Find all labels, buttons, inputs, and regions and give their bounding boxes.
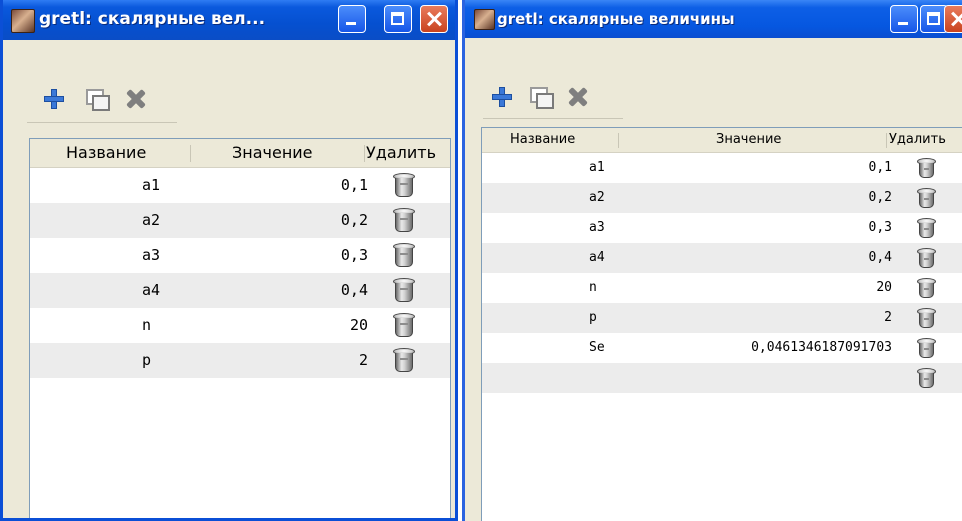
column-separator	[886, 133, 887, 148]
list-row[interactable]: a3 0,3	[482, 213, 962, 243]
trash-bin-icon[interactable]	[917, 188, 936, 208]
scalars-window-left: gretl: скалярные вел... Название Значени…	[0, 0, 458, 521]
row-value: 0,2	[868, 190, 892, 205]
scalars-list[interactable]: Название Значение Удалить a1 0,1 a2 0,2 a3 0,…	[481, 127, 962, 521]
list-row[interactable]: a1 0,1	[482, 153, 962, 183]
list-header: Название Значение Удалить	[30, 139, 450, 168]
add-icon[interactable]	[491, 86, 513, 108]
row-name: n	[589, 280, 597, 295]
delete-icon[interactable]	[125, 88, 147, 110]
trash-bin-icon[interactable]	[917, 158, 936, 178]
trash-bin-icon[interactable]	[917, 218, 936, 238]
row-name: a4	[142, 281, 161, 299]
row-name: a2	[589, 190, 605, 205]
column-header-name[interactable]: Название	[66, 139, 146, 167]
list-row[interactable]: a2 0,2	[30, 203, 450, 238]
row-value: 0,1	[340, 176, 368, 194]
row-name: a1	[142, 176, 161, 194]
close-button[interactable]	[944, 5, 962, 33]
scalars-window-right: gretl: скалярные величины Название Значе…	[462, 0, 962, 521]
row-name: n	[142, 316, 152, 334]
row-name: a3	[142, 246, 161, 264]
column-header-delete[interactable]: Удалить	[366, 139, 436, 167]
list-row[interactable]: n 20	[30, 308, 450, 343]
column-separator	[618, 133, 619, 148]
list-row[interactable]: n 20	[482, 273, 962, 303]
column-header-delete[interactable]: Удалить	[889, 128, 946, 152]
column-header-value[interactable]: Значение	[232, 139, 313, 167]
row-value: 0,1	[868, 160, 892, 175]
trash-bin-icon[interactable]	[393, 348, 415, 372]
add-icon[interactable]	[43, 88, 65, 110]
list-header: Название Значение Удалить	[482, 128, 962, 153]
column-header-name[interactable]: Название	[510, 128, 575, 152]
minimize-button[interactable]	[338, 5, 366, 33]
maximize-button[interactable]	[384, 5, 412, 33]
trash-bin-icon[interactable]	[393, 173, 415, 197]
trash-bin-icon[interactable]	[917, 248, 936, 268]
toolbar	[27, 72, 177, 123]
trash-bin-icon[interactable]	[393, 243, 415, 267]
copy-icon[interactable]	[529, 86, 554, 109]
delete-icon[interactable]	[567, 86, 589, 108]
title-bar[interactable]: gretl: скалярные вел...	[3, 0, 455, 40]
row-name: p	[589, 310, 597, 325]
list-row[interactable]: p2	[482, 303, 962, 333]
row-name: a3	[589, 220, 605, 235]
row-value: 0,2	[340, 211, 368, 229]
trash-bin-icon[interactable]	[393, 278, 415, 302]
row-name: a4	[589, 250, 605, 265]
list-row[interactable]	[482, 363, 962, 393]
window-title: gretl: скалярные вел...	[39, 9, 266, 29]
row-value: 0,3	[340, 246, 368, 264]
list-row[interactable]: a1 0,1	[30, 168, 450, 203]
minimize-button[interactable]	[890, 5, 918, 33]
row-value: 0,0461346187091703	[751, 340, 892, 355]
copy-icon[interactable]	[85, 88, 110, 111]
row-value: 0,4	[868, 250, 892, 265]
trash-bin-icon[interactable]	[917, 308, 936, 328]
column-header-value[interactable]: Значение	[716, 128, 781, 152]
trash-bin-icon[interactable]	[393, 313, 415, 337]
row-value: 2	[358, 351, 368, 369]
close-button[interactable]	[420, 5, 448, 33]
list-row[interactable]: a4 0,4	[30, 273, 450, 308]
list-row[interactable]: a2 0,2	[482, 183, 962, 213]
list-row[interactable]: a3 0,3	[30, 238, 450, 273]
window-title: gretl: скалярные величины	[497, 10, 735, 28]
column-separator	[364, 145, 365, 162]
row-value: 0,4	[340, 281, 368, 299]
title-bar[interactable]: gretl: скалярные величины	[465, 0, 962, 38]
trash-bin-icon[interactable]	[917, 278, 936, 298]
row-value: 2	[884, 310, 892, 325]
app-icon[interactable]	[11, 9, 35, 33]
app-icon[interactable]	[474, 9, 495, 30]
row-name: Se	[589, 340, 605, 355]
trash-bin-icon[interactable]	[393, 208, 415, 232]
row-name: a2	[142, 211, 161, 229]
row-value: 20	[876, 280, 892, 295]
row-name: p	[142, 351, 152, 369]
column-separator	[190, 145, 191, 162]
list-row[interactable]: p2	[30, 343, 450, 378]
toolbar	[483, 70, 623, 119]
trash-bin-icon[interactable]	[917, 368, 936, 388]
row-value: 0,3	[868, 220, 892, 235]
row-value: 20	[349, 316, 368, 334]
scalars-list[interactable]: Название Значение Удалить a1 0,1 a2 0,2 a3 0,…	[29, 138, 451, 518]
trash-bin-icon[interactable]	[917, 338, 936, 358]
list-row[interactable]: a4 0,4	[482, 243, 962, 273]
row-name: a1	[589, 160, 605, 175]
list-row[interactable]: Se 0,0461346187091703	[482, 333, 962, 363]
